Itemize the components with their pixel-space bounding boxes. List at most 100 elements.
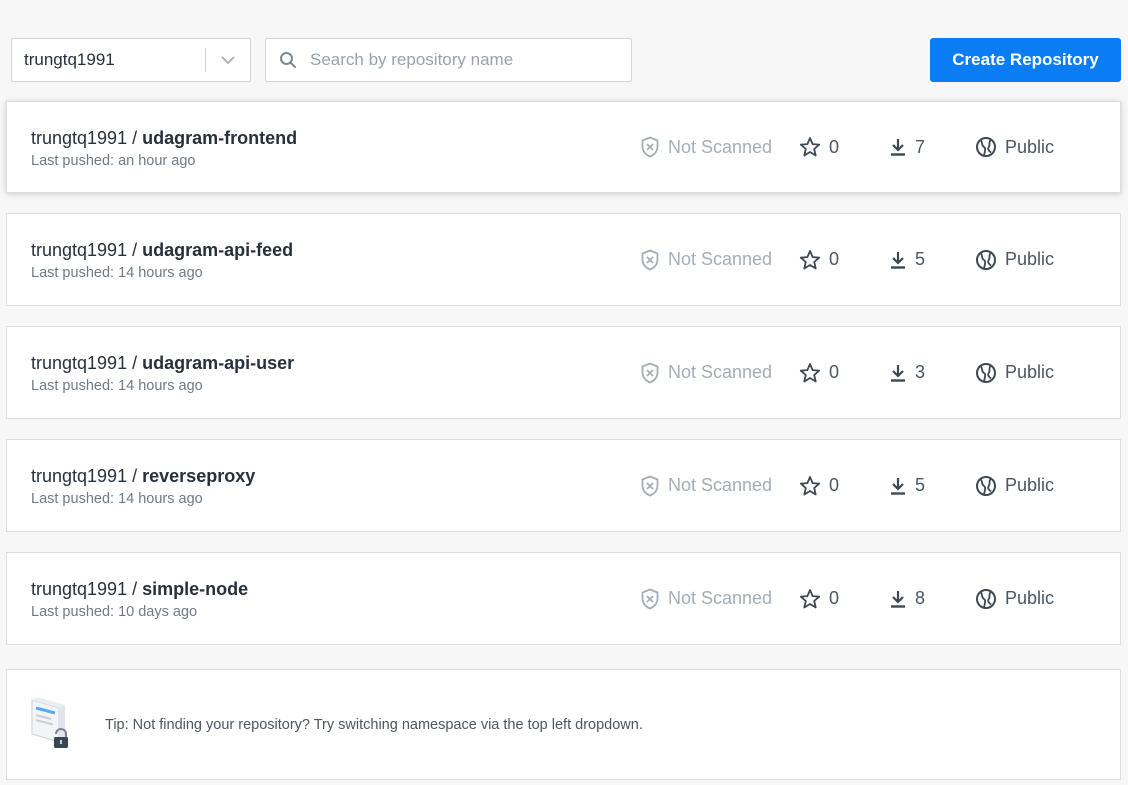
pull-count-value: 3 bbox=[915, 362, 926, 382]
repository-full-name[interactable]: trungtq1991 / reverseproxy bbox=[31, 466, 255, 487]
search-box bbox=[265, 38, 632, 82]
pull-count-value: 5 bbox=[915, 249, 926, 269]
repository-row[interactable]: trungtq1991 / simple-node Last pushed: 1… bbox=[6, 552, 1121, 645]
repository-list: trungtq1991 / udagram-frontend Last push… bbox=[6, 101, 1121, 665]
repository-row[interactable]: trungtq1991 / udagram-api-user Last push… bbox=[6, 326, 1121, 419]
star-icon bbox=[799, 362, 821, 382]
pull-count-value: 8 bbox=[915, 588, 926, 608]
repository-separator: / bbox=[132, 353, 138, 373]
shield-x-icon bbox=[641, 475, 659, 496]
chevron-down-icon[interactable] bbox=[206, 55, 250, 65]
scan-status-label: Not Scanned bbox=[668, 475, 773, 495]
repository-name: simple-node bbox=[142, 579, 249, 599]
star-icon bbox=[799, 588, 821, 608]
visibility-label: Public bbox=[1005, 588, 1055, 608]
repository-namespace: trungtq1991 bbox=[31, 353, 128, 373]
visibility-status: Public bbox=[975, 327, 1054, 418]
repository-full-name[interactable]: trungtq1991 / udagram-api-user bbox=[31, 353, 294, 374]
star-count: 0 bbox=[799, 553, 839, 644]
shield-x-icon bbox=[641, 362, 659, 383]
star-count: 0 bbox=[799, 214, 839, 305]
pull-count-value: 5 bbox=[915, 475, 926, 495]
scan-status: Not Scanned bbox=[640, 553, 772, 644]
repository-full-name[interactable]: trungtq1991 / udagram-frontend bbox=[31, 128, 297, 149]
download-icon bbox=[891, 477, 905, 495]
tip-text: Tip: Not finding your repository? Try sw… bbox=[105, 717, 643, 733]
pull-count: 3 bbox=[889, 327, 925, 418]
toolbar: trungtq1991 Create Repository bbox=[0, 0, 1128, 100]
repository-name: udagram-api-user bbox=[142, 353, 295, 373]
last-pushed: Last pushed: 14 hours ago bbox=[31, 265, 203, 281]
lock-illustration bbox=[29, 694, 75, 759]
visibility-status: Public bbox=[975, 214, 1054, 305]
star-count-value: 0 bbox=[829, 588, 840, 608]
visibility-label: Public bbox=[1005, 249, 1055, 269]
star-count-value: 0 bbox=[829, 249, 840, 269]
repository-name: udagram-api-feed bbox=[142, 240, 294, 260]
globe-icon bbox=[976, 249, 996, 270]
scan-status-label: Not Scanned bbox=[668, 136, 773, 157]
repository-namespace: trungtq1991 bbox=[31, 128, 128, 148]
repository-separator: / bbox=[132, 240, 138, 260]
tip-box: Tip: Not finding your repository? Try sw… bbox=[6, 669, 1121, 780]
star-count: 0 bbox=[799, 440, 839, 531]
visibility-status: Public bbox=[975, 440, 1054, 531]
repository-namespace: trungtq1991 bbox=[31, 240, 128, 260]
scan-status: Not Scanned bbox=[640, 214, 772, 305]
repository-separator: / bbox=[132, 128, 138, 148]
last-pushed: Last pushed: 10 days ago bbox=[31, 604, 198, 620]
repository-name: udagram-frontend bbox=[142, 128, 298, 148]
visibility-label: Public bbox=[1005, 362, 1055, 382]
globe-icon bbox=[976, 475, 996, 496]
create-repository-button[interactable]: Create Repository bbox=[930, 38, 1121, 82]
shield-x-icon bbox=[641, 249, 659, 270]
shield-x-icon bbox=[641, 136, 659, 158]
pull-count: 8 bbox=[889, 553, 925, 644]
star-icon bbox=[799, 137, 821, 157]
scan-status-label: Not Scanned bbox=[668, 362, 773, 382]
star-icon bbox=[799, 249, 821, 269]
pull-count: 7 bbox=[889, 102, 925, 192]
scan-status-label: Not Scanned bbox=[668, 588, 773, 608]
repository-row[interactable]: trungtq1991 / udagram-api-feed Last push… bbox=[6, 213, 1121, 306]
scan-status: Not Scanned bbox=[640, 440, 772, 531]
globe-icon bbox=[976, 588, 996, 609]
pull-count-value: 7 bbox=[915, 136, 926, 157]
scan-status-label: Not Scanned bbox=[668, 249, 773, 269]
globe-icon bbox=[976, 362, 996, 383]
visibility-status: Public bbox=[975, 553, 1054, 644]
star-count-value: 0 bbox=[829, 136, 840, 157]
scan-status: Not Scanned bbox=[640, 102, 772, 192]
repository-full-name[interactable]: trungtq1991 / simple-node bbox=[31, 579, 248, 600]
download-icon bbox=[891, 364, 905, 382]
star-count-value: 0 bbox=[829, 362, 840, 382]
repository-row[interactable]: trungtq1991 / reverseproxy Last pushed: … bbox=[6, 439, 1121, 532]
star-count: 0 bbox=[799, 327, 839, 418]
last-pushed: Last pushed: 14 hours ago bbox=[31, 378, 203, 394]
repository-namespace: trungtq1991 bbox=[31, 466, 128, 486]
download-icon bbox=[891, 251, 905, 269]
shield-x-icon bbox=[641, 588, 659, 609]
visibility-label: Public bbox=[1005, 136, 1055, 157]
star-count-value: 0 bbox=[829, 475, 840, 495]
visibility-label: Public bbox=[1005, 475, 1055, 495]
repository-row[interactable]: trungtq1991 / udagram-frontend Last push… bbox=[6, 101, 1121, 193]
star-icon bbox=[799, 475, 821, 495]
last-pushed: Last pushed: 14 hours ago bbox=[31, 491, 203, 507]
repository-separator: / bbox=[132, 466, 138, 486]
globe-icon bbox=[976, 137, 996, 157]
pull-count: 5 bbox=[889, 440, 925, 531]
repository-namespace: trungtq1991 bbox=[31, 579, 128, 599]
last-pushed: Last pushed: an hour ago bbox=[31, 153, 196, 169]
namespace-dropdown[interactable]: trungtq1991 bbox=[11, 38, 251, 82]
visibility-status: Public bbox=[975, 102, 1054, 192]
download-icon bbox=[891, 590, 905, 608]
repository-full-name[interactable]: trungtq1991 / udagram-api-feed bbox=[31, 240, 293, 261]
repository-separator: / bbox=[132, 579, 138, 599]
download-icon bbox=[891, 139, 905, 156]
search-input[interactable] bbox=[310, 50, 631, 70]
scan-status: Not Scanned bbox=[640, 327, 772, 418]
repository-name: reverseproxy bbox=[142, 466, 256, 486]
namespace-value: trungtq1991 bbox=[24, 50, 115, 69]
search-icon bbox=[266, 51, 310, 69]
